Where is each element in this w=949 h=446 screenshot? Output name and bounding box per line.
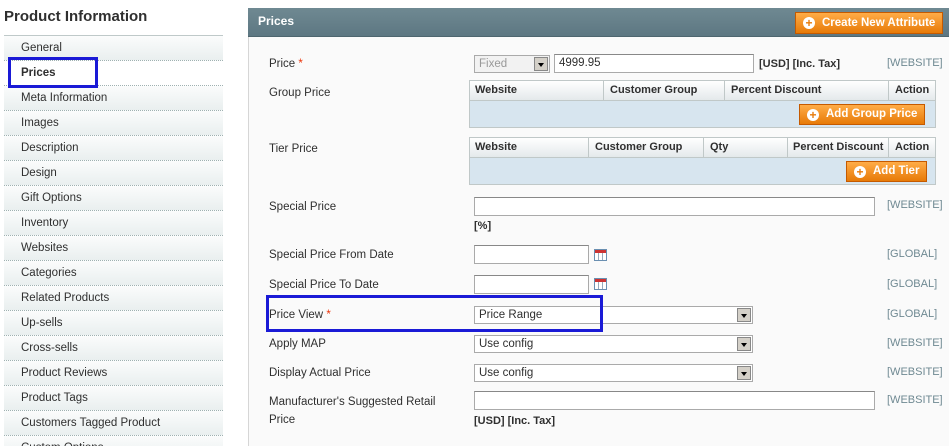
product-info-sidebar: Product Information General Prices Meta … — [0, 0, 223, 446]
sidebar-title: Product Information — [4, 8, 148, 25]
dropdown-arrow-icon — [737, 337, 751, 351]
sidebar-item-inventory[interactable]: Inventory — [4, 211, 223, 236]
sidebar-item-prices[interactable]: Prices — [4, 61, 223, 86]
sidebar-item-product-tags[interactable]: Product Tags — [4, 386, 223, 411]
add-group-price-button[interactable]: + Add Group Price — [799, 104, 926, 125]
special-from-date-label: Special Price From Date — [269, 249, 394, 261]
msrp-currency-note: [USD] [Inc. Tax] — [474, 415, 556, 427]
sidebar-nav: General Prices Meta Information Images D… — [4, 35, 223, 446]
msrp-label-line2: Price — [269, 414, 296, 426]
price-view-label: Price View * — [269, 309, 331, 321]
calendar-icon[interactable] — [594, 249, 607, 261]
add-tier-button[interactable]: + Add Tier — [846, 161, 928, 182]
required-marker: * — [326, 309, 331, 321]
tier-price-label: Tier Price — [269, 143, 318, 155]
tier-price-grid-header: Website Customer Group Qty Percent Disco… — [470, 138, 935, 158]
msrp-label-line1: Manufacturer's Suggested Retail — [269, 396, 436, 408]
group-price-label: Group Price — [269, 87, 331, 99]
column-header: Action — [895, 141, 930, 153]
group-price-grid-header: Website Customer Group Percent Discount … — [470, 81, 935, 101]
sidebar-item-websites[interactable]: Websites — [4, 236, 223, 261]
sidebar-item-description[interactable]: Description — [4, 136, 223, 161]
sidebar-item-cross-sells[interactable]: Cross-sells — [4, 336, 223, 361]
column-header: Percent Discount — [793, 141, 884, 153]
column-header: Qty — [710, 141, 729, 153]
sidebar-item-gift-options[interactable]: Gift Options — [4, 186, 223, 211]
create-new-attribute-button[interactable]: + Create New Attribute — [795, 12, 944, 34]
plus-icon: + — [854, 166, 866, 178]
plus-icon: + — [807, 109, 819, 121]
price-input[interactable]: 4999.95 — [554, 54, 754, 73]
calendar-icon[interactable] — [594, 278, 607, 290]
sidebar-item-product-reviews[interactable]: Product Reviews — [4, 361, 223, 386]
column-header: Percent Discount — [731, 84, 822, 96]
special-to-date-label: Special Price To Date — [269, 279, 379, 291]
price-view-select[interactable]: Price Range — [474, 306, 753, 324]
price-scope: [WEBSITE] — [887, 57, 943, 69]
column-header: Customer Group — [610, 84, 698, 96]
msrp-scope: [WEBSITE] — [887, 394, 943, 406]
price-currency-note: [USD] [Inc. Tax] — [759, 58, 841, 70]
create-new-attribute-label: Create New Attribute — [822, 17, 936, 29]
display-actual-price-scope: [WEBSITE] — [887, 366, 943, 378]
dropdown-arrow-icon — [737, 366, 751, 380]
column-header: Website — [475, 84, 517, 96]
apply-map-label: Apply MAP — [269, 338, 326, 350]
column-header: Action — [895, 84, 930, 96]
sidebar-item-images[interactable]: Images — [4, 111, 223, 136]
special-to-date-input[interactable] — [474, 275, 589, 294]
dropdown-arrow-icon — [737, 308, 751, 322]
special-from-date-input[interactable] — [474, 245, 589, 264]
msrp-input[interactable] — [474, 391, 875, 410]
panel-title: Prices — [258, 14, 295, 28]
column-header: Website — [475, 141, 517, 153]
price-view-scope: [GLOBAL] — [887, 308, 938, 320]
apply-map-scope: [WEBSITE] — [887, 337, 943, 349]
dropdown-arrow-icon — [534, 57, 548, 71]
plus-icon: + — [803, 17, 815, 29]
sidebar-item-categories[interactable]: Categories — [4, 261, 223, 286]
sidebar-item-design[interactable]: Design — [4, 161, 223, 186]
sidebar-item-up-sells[interactable]: Up-sells — [4, 311, 223, 336]
apply-map-select[interactable]: Use config — [474, 335, 753, 353]
special-price-scope: [WEBSITE] — [887, 199, 943, 211]
column-header: Customer Group — [595, 141, 683, 153]
price-type-select: Fixed — [474, 55, 550, 73]
sidebar-item-general[interactable]: General — [4, 36, 223, 61]
sidebar-item-related-products[interactable]: Related Products — [4, 286, 223, 311]
sidebar-item-custom-options[interactable]: Custom Options — [4, 436, 223, 446]
special-from-date-scope: [GLOBAL] — [887, 248, 938, 260]
required-marker: * — [298, 58, 303, 70]
display-actual-price-label: Display Actual Price — [269, 367, 371, 379]
special-price-note: [%] — [474, 220, 492, 232]
special-price-label: Special Price — [269, 201, 337, 213]
sidebar-item-customers-tagged-product[interactable]: Customers Tagged Product — [4, 411, 223, 436]
display-actual-price-select[interactable]: Use config — [474, 364, 753, 382]
special-to-date-scope: [GLOBAL] — [887, 278, 938, 290]
price-label: Price * — [269, 58, 303, 70]
special-price-input[interactable] — [474, 197, 875, 216]
sidebar-item-meta-information[interactable]: Meta Information — [4, 86, 223, 111]
